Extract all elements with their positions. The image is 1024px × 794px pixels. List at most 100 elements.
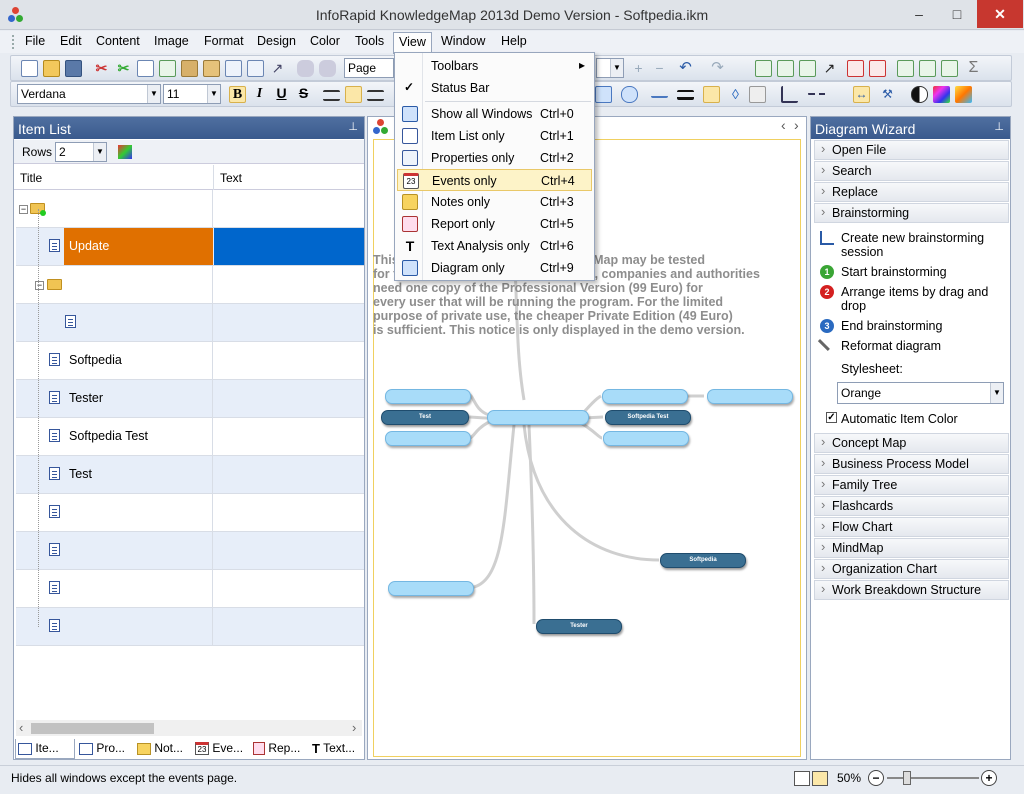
palette-icon[interactable] bbox=[933, 86, 950, 103]
table-row[interactable]: − bbox=[16, 266, 364, 304]
menu-item-notes-only[interactable]: Notes only Ctrl+3 bbox=[397, 191, 592, 213]
link-icon[interactable] bbox=[755, 60, 772, 77]
wizard-org-chart[interactable]: Organization Chart bbox=[814, 559, 1009, 579]
diagram-node[interactable] bbox=[603, 431, 689, 446]
cut-icon[interactable]: ✂ bbox=[93, 60, 110, 77]
text-color-icon[interactable] bbox=[749, 86, 766, 103]
wizard-reformat-diagram[interactable]: Reformat diagram bbox=[841, 339, 941, 353]
wizard-replace[interactable]: Replace bbox=[814, 182, 1009, 202]
bold-button[interactable]: B bbox=[229, 86, 246, 103]
scroll-thumb[interactable] bbox=[31, 723, 154, 734]
maximize-button[interactable]: □ bbox=[938, 0, 976, 28]
chevron-down-icon[interactable]: ▼ bbox=[93, 143, 106, 161]
size-select[interactable]: 11 ▼ bbox=[163, 84, 221, 104]
wizard-brainstorming[interactable]: Brainstorming bbox=[814, 203, 1009, 223]
table-row[interactable]: Softpedia bbox=[16, 342, 364, 380]
link2-icon[interactable] bbox=[777, 60, 794, 77]
pin-icon[interactable]: ⊥ bbox=[348, 120, 358, 133]
collapse-icon[interactable] bbox=[919, 60, 936, 77]
style-select[interactable]: Page bbox=[344, 58, 394, 78]
stamp2-icon[interactable] bbox=[319, 60, 336, 77]
table-row[interactable] bbox=[16, 532, 364, 570]
menu-window[interactable]: Window bbox=[441, 34, 485, 52]
diagram-node[interactable] bbox=[385, 389, 471, 404]
pin-icon[interactable]: ⊥ bbox=[994, 120, 1004, 133]
col-title[interactable]: Title bbox=[20, 171, 42, 185]
menu-content[interactable]: Content bbox=[96, 34, 140, 52]
auto-color-checkbox[interactable]: ✓ bbox=[826, 412, 837, 423]
wizard-end-brainstorming[interactable]: End brainstorming bbox=[841, 319, 942, 333]
color-palette-icon[interactable] bbox=[118, 145, 132, 159]
chevron-down-icon[interactable]: ▼ bbox=[610, 59, 623, 77]
zoom-in-button[interactable]: + bbox=[981, 770, 997, 786]
tab-report[interactable]: Rep... bbox=[251, 739, 307, 759]
chevron-down-icon[interactable]: ▼ bbox=[990, 383, 1003, 403]
redo-icon[interactable]: ↷ bbox=[709, 60, 726, 77]
chevron-down-icon[interactable]: ▼ bbox=[207, 85, 220, 103]
tab-properties[interactable]: Pro... bbox=[77, 739, 133, 759]
fill-icon[interactable]: ◊ bbox=[727, 86, 744, 103]
close-button[interactable]: ✕ bbox=[977, 0, 1023, 28]
diagram-node[interactable] bbox=[385, 431, 471, 446]
diagram-node-tester[interactable]: Tester bbox=[536, 619, 622, 634]
diagram-node-center[interactable] bbox=[487, 410, 589, 425]
wizard-wbs[interactable]: Work Breakdown Structure bbox=[814, 580, 1009, 600]
menu-item-toolbars[interactable]: Toolbars ▸ bbox=[397, 55, 592, 77]
font-select[interactable]: Verdana ▼ bbox=[17, 84, 161, 104]
arrow-icon[interactable]: ↗ bbox=[269, 60, 286, 77]
chevron-down-icon[interactable]: ▼ bbox=[147, 85, 160, 103]
italic-button[interactable]: I bbox=[251, 86, 268, 103]
auto-color-label[interactable]: Automatic Item Color bbox=[841, 412, 958, 426]
expand-icon[interactable] bbox=[897, 60, 914, 77]
wizard-flow-chart[interactable]: Flow Chart bbox=[814, 517, 1009, 537]
underline-button[interactable]: U bbox=[273, 86, 290, 103]
collapse-icon[interactable]: − bbox=[19, 205, 28, 214]
stamp-icon[interactable] bbox=[297, 60, 314, 77]
insert-sibling-icon[interactable] bbox=[247, 60, 264, 77]
menu-item-events-only[interactable]: 23 Events only Ctrl+4 bbox=[397, 169, 592, 191]
table-row[interactable]: Tester bbox=[16, 380, 364, 418]
dash-line-icon[interactable] bbox=[807, 93, 827, 101]
wizard-concept-map[interactable]: Concept Map bbox=[814, 433, 1009, 453]
wizard-flashcards[interactable]: Flashcards bbox=[814, 496, 1009, 516]
table-row[interactable] bbox=[16, 494, 364, 532]
menu-file[interactable]: File bbox=[25, 34, 45, 52]
wizard-business-process[interactable]: Business Process Model bbox=[814, 454, 1009, 474]
menu-item-properties-only[interactable]: Properties only Ctrl+2 bbox=[397, 147, 592, 169]
table-row[interactable] bbox=[16, 570, 364, 608]
wizard-start-brainstorming[interactable]: Start brainstorming bbox=[841, 265, 947, 279]
menu-help[interactable]: Help bbox=[501, 34, 527, 52]
menu-format[interactable]: Format bbox=[204, 34, 244, 52]
menu-view[interactable]: View bbox=[393, 32, 432, 54]
table-row[interactable] bbox=[16, 608, 364, 646]
zoom-slider-thumb[interactable] bbox=[903, 771, 911, 785]
menu-color[interactable]: Color bbox=[310, 34, 340, 52]
strike-button[interactable]: S bbox=[295, 86, 312, 103]
table-row[interactable]: Update bbox=[16, 228, 364, 266]
align-center-icon[interactable] bbox=[345, 86, 362, 103]
table-row[interactable] bbox=[16, 304, 364, 342]
menu-item-text-analysis-only[interactable]: T Text Analysis only Ctrl+6 bbox=[397, 235, 592, 257]
paste-icon[interactable] bbox=[181, 60, 198, 77]
wizard-mindmap[interactable]: MindMap bbox=[814, 538, 1009, 558]
table-row[interactable]: Test bbox=[16, 456, 364, 494]
wizard-create-session[interactable]: Create new brainstorming session bbox=[841, 231, 1001, 259]
menu-item-show-all[interactable]: Show all Windows Ctrl+0 bbox=[397, 103, 592, 125]
collapse-icon[interactable]: − bbox=[35, 281, 44, 290]
diagram-node[interactable] bbox=[707, 389, 793, 404]
menu-item-status-bar[interactable]: ✓ Status Bar bbox=[397, 77, 592, 99]
col-text[interactable]: Text bbox=[220, 171, 242, 185]
delete-item-icon[interactable] bbox=[869, 60, 886, 77]
zoom-out-small-icon[interactable]: − bbox=[651, 60, 668, 77]
horizontal-scrollbar[interactable]: ‹ › bbox=[16, 720, 362, 736]
paste-item-icon[interactable] bbox=[203, 60, 220, 77]
stylesheet-select[interactable]: Orange ▼ bbox=[837, 382, 1004, 404]
save-icon[interactable] bbox=[65, 60, 82, 77]
sum-icon[interactable]: Σ bbox=[965, 60, 982, 77]
swap-icon[interactable]: ↔ bbox=[853, 86, 870, 103]
menu-image[interactable]: Image bbox=[154, 34, 189, 52]
diagram-icon[interactable] bbox=[373, 119, 389, 135]
new-icon[interactable] bbox=[21, 60, 38, 77]
align-left-icon[interactable] bbox=[323, 90, 340, 101]
delete-link-icon[interactable] bbox=[847, 60, 864, 77]
